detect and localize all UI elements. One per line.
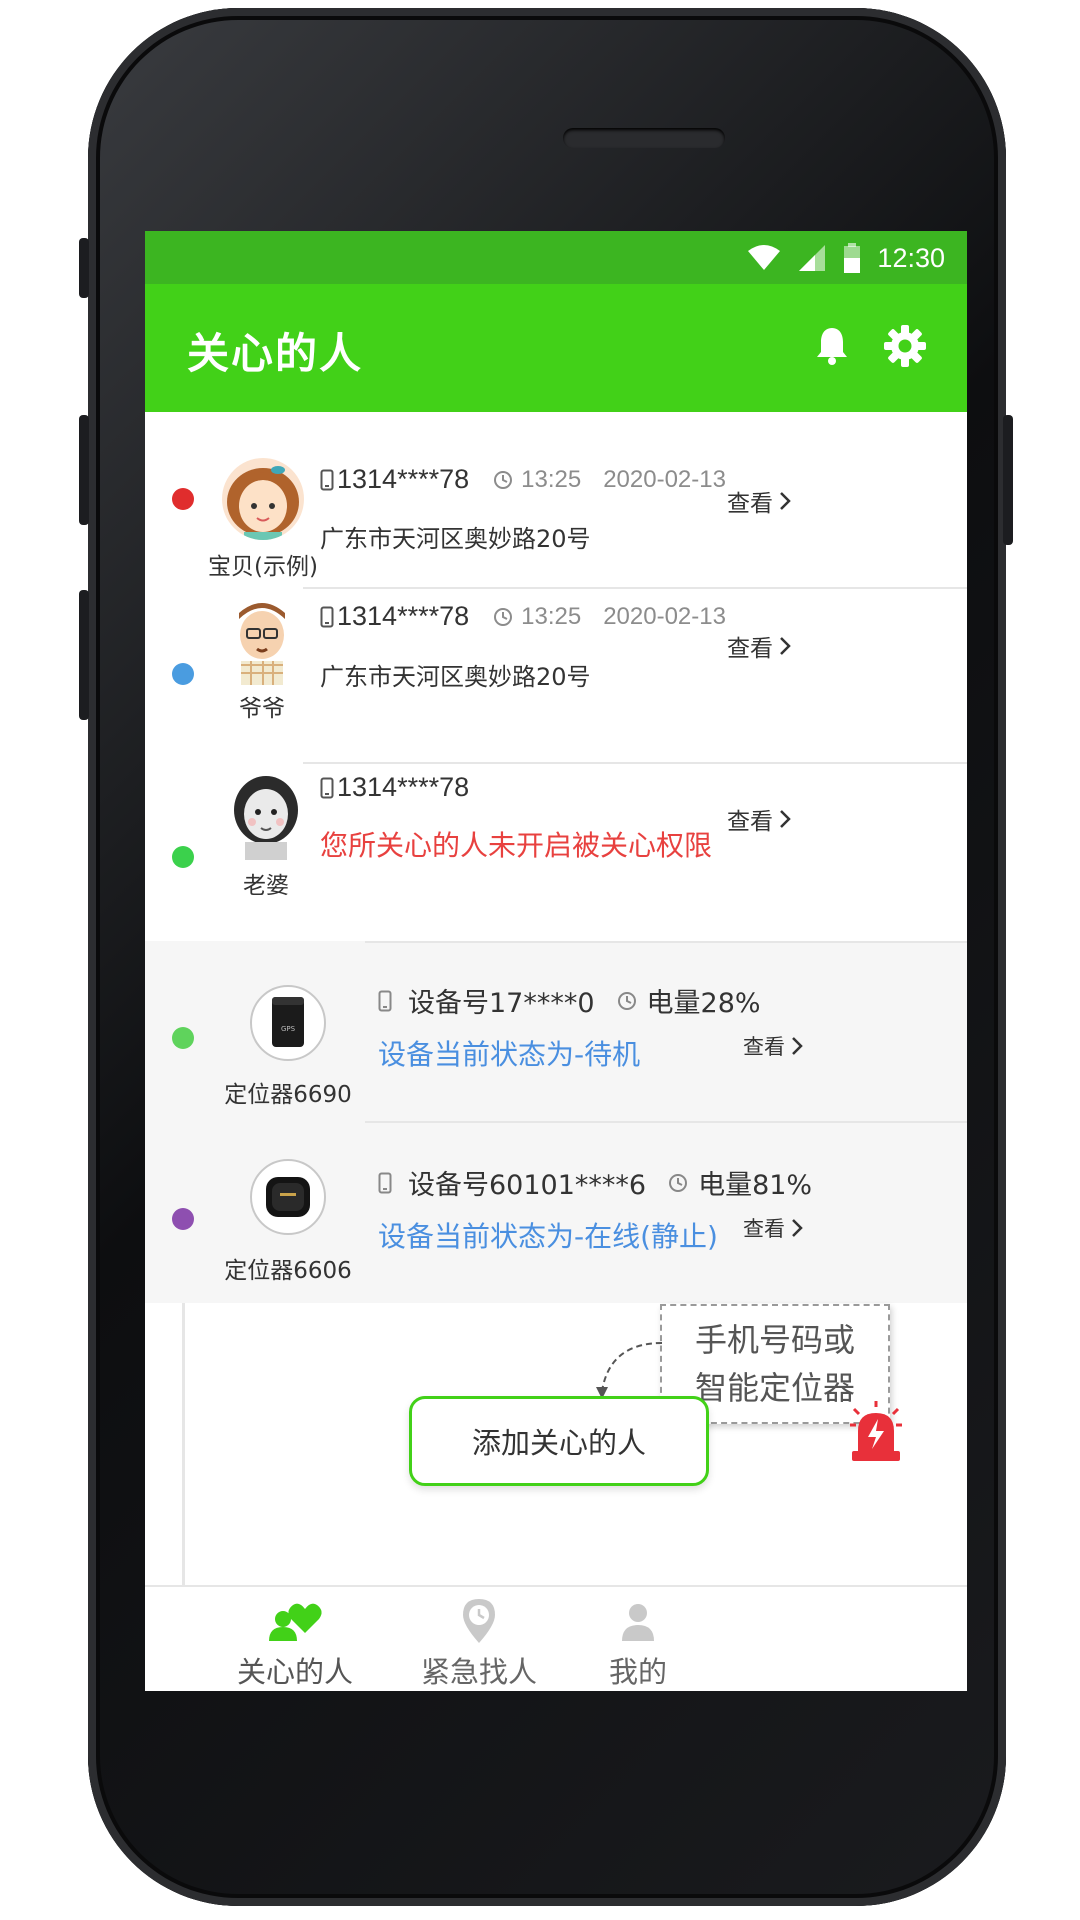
nav-label: 我的 <box>608 1655 667 1689</box>
chevron-right-icon <box>780 492 791 510</box>
avatar <box>229 770 303 860</box>
phone-volume-up-button <box>79 415 89 525</box>
person-row[interactable]: 爷爷 1314****78 13:25 2020-02-13 广东市天河区奥妙路… <box>145 589 967 764</box>
chevron-right-icon <box>792 1037 803 1055</box>
clock-icon <box>669 1173 688 1192</box>
person-meta: 1314****78 <box>320 772 469 803</box>
view-link[interactable]: 查看 <box>727 629 791 663</box>
bell-icon[interactable] <box>815 326 849 366</box>
chevron-right-icon <box>780 810 791 828</box>
phone-icon <box>378 990 392 1011</box>
view-link[interactable]: 查看 <box>727 484 791 518</box>
device-row[interactable]: 定位器6606 设备号60101****6 电量81% 设备当前状态为-在线(静… <box>145 1121 967 1303</box>
person-meta: 1314****78 13:25 2020-02-13 <box>320 464 726 495</box>
device-name: 定位器6606 <box>224 1258 352 1284</box>
person-row[interactable]: 老婆 1314****78 您所关心的人未开启被关心权限 查看 <box>145 764 967 941</box>
people-heart-icon <box>269 1603 322 1641</box>
gps-device-image: GPS <box>250 985 326 1061</box>
app-bar: 关心的人 <box>145 284 967 412</box>
tooltip-arrow <box>596 1342 663 1399</box>
battery-icon <box>844 243 861 273</box>
permission-warning: 您所关心的人未开启被关心权限 <box>320 829 713 862</box>
phone-number: 1314****78 <box>337 464 470 494</box>
avatar <box>227 595 297 685</box>
gps-device-image <box>250 1159 326 1235</box>
status-time: 12:30 <box>877 242 945 273</box>
battery-level: 电量81% <box>698 1170 813 1201</box>
location-clock-icon <box>463 1599 495 1643</box>
phone-number: 1314****78 <box>337 601 470 631</box>
avatar <box>222 458 304 540</box>
device-row[interactable]: GPS 定位器6690 设备号17****0 电量28% 设备当前状态为-待机 … <box>145 941 967 1121</box>
status-dot <box>172 1208 194 1230</box>
device-id: 设备号17****0 <box>408 988 595 1019</box>
device-name: 定位器6690 <box>224 1082 352 1108</box>
person-name: 爷爷 <box>239 696 285 722</box>
device-status: 设备当前状态为-在线(静止) <box>378 1220 718 1253</box>
view-label: 查看 <box>727 636 773 662</box>
status-dot <box>172 663 194 685</box>
tooltip-line-1: 手机号码或 <box>694 1321 855 1359</box>
phone-power-button <box>1003 415 1013 545</box>
wifi-icon <box>748 245 781 270</box>
status-dot <box>172 846 194 868</box>
row-divider <box>365 941 967 943</box>
clock-icon <box>494 607 513 626</box>
cellular-signal-icon <box>799 245 826 271</box>
clock-icon <box>617 991 636 1010</box>
svg-text:GPS: GPS <box>281 1025 296 1033</box>
bottom-navigation: 关心的人 紧急找人 我的 <box>145 1585 967 1691</box>
row-divider <box>365 1121 967 1123</box>
device-id: 设备号60101****6 <box>408 1170 647 1201</box>
gear-icon[interactable] <box>883 324 927 368</box>
nav-label: 关心的人 <box>236 1655 353 1689</box>
location-address: 广东市天河区奥妙路20号 <box>320 525 591 553</box>
nav-item-care[interactable]: 关心的人 <box>195 1587 395 1691</box>
phone-icon <box>378 1172 392 1193</box>
view-link[interactable]: 查看 <box>727 802 791 836</box>
last-seen-date: 2020-02-13 <box>603 602 726 630</box>
view-label: 查看 <box>743 1035 785 1059</box>
device-status: 设备当前状态为-待机 <box>378 1038 641 1071</box>
nav-item-profile[interactable]: 我的 <box>538 1587 738 1691</box>
app-screen: 12:30 关心的人 宝贝(示例) 1314****78 13:25 2020-… <box>145 231 967 1691</box>
person-name: 老婆 <box>243 873 289 899</box>
person-row[interactable]: 宝贝(示例) 1314****78 13:25 2020-02-13 广东市天河… <box>145 412 967 589</box>
phone-volume-down-button <box>79 590 89 720</box>
phone-icon <box>320 469 334 490</box>
add-person-button[interactable]: 添加关心的人 <box>409 1396 709 1486</box>
view-label: 查看 <box>743 1217 785 1241</box>
last-seen-date: 2020-02-13 <box>603 465 726 493</box>
chevron-right-icon <box>792 1219 803 1237</box>
device-meta: 设备号17****0 电量28% <box>378 981 761 1020</box>
device-meta: 设备号60101****6 电量81% <box>378 1163 812 1202</box>
phone-icon <box>320 777 334 798</box>
view-link[interactable]: 查看 <box>743 1213 803 1243</box>
location-address: 广东市天河区奥妙路20号 <box>320 663 591 691</box>
view-link[interactable]: 查看 <box>743 1031 803 1061</box>
last-seen-time: 13:25 <box>521 602 582 630</box>
page-title: 关心的人 <box>187 329 364 378</box>
chevron-right-icon <box>780 637 791 655</box>
status-dot <box>172 1027 194 1049</box>
user-icon <box>622 1604 654 1641</box>
battery-level: 电量28% <box>646 988 761 1019</box>
view-label: 查看 <box>727 491 773 517</box>
view-label: 查看 <box>727 809 773 835</box>
last-seen-time: 13:25 <box>521 465 582 493</box>
clock-icon <box>494 470 513 489</box>
status-bar: 12:30 <box>145 231 967 284</box>
status-dot <box>172 488 194 510</box>
earpiece <box>563 128 725 148</box>
person-meta: 1314****78 13:25 2020-02-13 <box>320 601 726 632</box>
phone-icon <box>320 606 334 627</box>
phone-number: 1314****78 <box>337 772 470 802</box>
person-name: 宝贝(示例) <box>208 554 318 580</box>
phone-side-button <box>79 238 89 298</box>
emergency-alarm-icon[interactable] <box>850 1401 902 1463</box>
